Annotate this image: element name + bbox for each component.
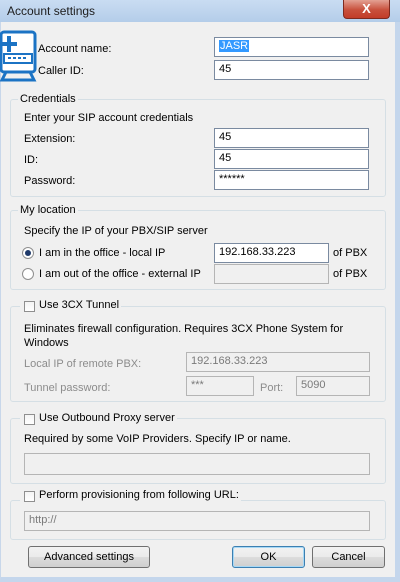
location-hint: Specify the IP of your PBX/SIP server (24, 225, 208, 237)
close-button[interactable]: X (343, 0, 390, 19)
proxy-group-header: Use Outbound Proxy server (20, 412, 177, 424)
tunnel-port-label: Port: (260, 382, 284, 394)
extension-label: Extension: (24, 133, 76, 145)
ok-button[interactable]: OK (232, 546, 305, 568)
tunnel-group-header: Use 3CX Tunnel (20, 299, 122, 311)
tunnel-checkbox[interactable] (24, 301, 35, 312)
account-name-input[interactable]: JASR (214, 37, 369, 57)
external-ip-suffix: of PBX (333, 268, 368, 280)
password-input[interactable]: ****** (214, 170, 369, 190)
provisioning-checkbox-label[interactable]: Perform provisioning from following URL: (39, 489, 239, 501)
proxy-checkbox-label[interactable]: Use Outbound Proxy server (39, 412, 175, 424)
title-bar: Account settings X (0, 0, 400, 23)
provisioning-url-input[interactable]: http:// (24, 511, 370, 531)
account-name-label: Account name: (38, 43, 112, 55)
my-location-group-title: My location (18, 204, 78, 216)
id-input[interactable]: 45 (214, 149, 369, 169)
window-title: Account settings (7, 4, 96, 18)
proxy-description: Required by some VoIP Providers. Specify… (24, 433, 291, 445)
tunnel-local-ip-label: Local IP of remote PBX: (24, 358, 142, 370)
external-radio-label[interactable]: I am out of the office - external IP (39, 268, 201, 280)
credentials-group-title: Credentials (18, 93, 78, 105)
cancel-button[interactable]: Cancel (312, 546, 385, 568)
tunnel-description: Eliminates firewall configuration. Requi… (24, 323, 344, 349)
advanced-settings-button[interactable]: Advanced settings (28, 546, 150, 568)
3cx-phone-monitor-icon (0, 30, 37, 82)
external-ip-input[interactable] (214, 264, 329, 284)
caller-id-input[interactable]: 45 (214, 60, 369, 80)
caller-id-label: Caller ID: (38, 65, 84, 77)
id-label: ID: (24, 154, 39, 166)
office-radio-label[interactable]: I am in the office - local IP (39, 247, 165, 259)
extension-input[interactable]: 45 (214, 128, 369, 148)
credentials-hint: Enter your SIP account credentials (24, 112, 194, 124)
office-radio[interactable] (22, 247, 34, 259)
provisioning-checkbox[interactable] (24, 491, 35, 502)
proxy-checkbox[interactable] (24, 414, 35, 425)
proxy-server-input[interactable] (24, 453, 370, 475)
tunnel-checkbox-label[interactable]: Use 3CX Tunnel (39, 299, 119, 311)
tunnel-port-input[interactable]: 5090 (296, 376, 370, 396)
office-ip-input[interactable]: 192.168.33.223 (214, 243, 329, 263)
tunnel-local-ip-input[interactable]: 192.168.33.223 (186, 352, 370, 372)
password-label: Password: (24, 175, 76, 187)
tunnel-password-input[interactable]: *** (186, 376, 254, 396)
external-radio[interactable] (22, 268, 34, 280)
close-icon: X (362, 1, 371, 16)
office-ip-suffix: of PBX (333, 247, 368, 259)
provisioning-group-header: Perform provisioning from following URL: (20, 489, 241, 501)
tunnel-password-label: Tunnel password: (24, 382, 111, 394)
